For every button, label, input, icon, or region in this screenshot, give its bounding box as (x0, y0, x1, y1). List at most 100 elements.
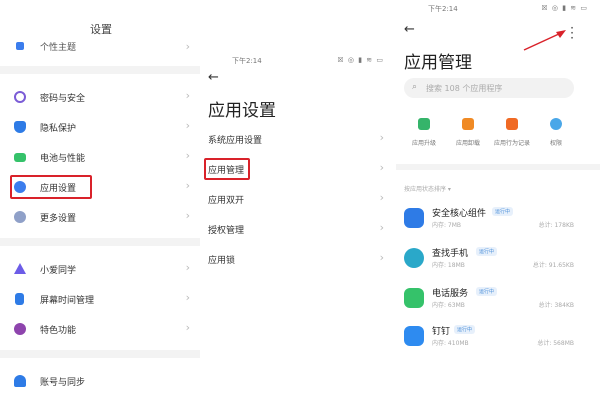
phone-icon (404, 288, 424, 308)
settings-item-screen-time[interactable]: 屏幕时间管理 › (14, 288, 190, 310)
settings-item-battery[interactable]: 电池与性能 › (14, 146, 190, 168)
shortcut-label: 应用升级 (411, 140, 436, 147)
page-title: 应用设置 (208, 101, 276, 121)
chevron-right-icon: › (379, 251, 384, 264)
menu-item-dual-apps[interactable]: 应用双开 › (208, 188, 384, 212)
find-phone-icon (404, 248, 424, 268)
app-name: 查找手机 (432, 249, 469, 259)
brush-icon (16, 42, 24, 50)
settings-item-privacy[interactable]: 隐私保护 › (14, 116, 190, 138)
chevron-right-icon: › (185, 209, 190, 222)
chevron-right-icon: › (185, 89, 190, 102)
app-name: 安全核心组件 (432, 209, 487, 219)
divider (396, 164, 600, 170)
app-size: 总计: 384KB (538, 302, 574, 309)
settings-item-label: 密码与安全 (40, 94, 86, 104)
record-icon (506, 118, 518, 130)
app-item-phone-service[interactable]: 电话服务 运行中 内存: 63MB 总计: 384KB (404, 286, 574, 322)
status-badge: 运行中 (454, 325, 476, 334)
fingerprint-icon (14, 91, 26, 103)
more-vertical-icon[interactable]: · · · (568, 22, 576, 44)
shortcut-app-upgrade[interactable]: 应用升级 (402, 118, 446, 152)
chevron-right-icon: › (379, 221, 384, 234)
shortcut-label: 应用行为记录 (493, 140, 530, 147)
trash-icon (462, 118, 474, 130)
chevron-right-icon: › (185, 40, 190, 53)
menu-item-app-lock[interactable]: 应用锁 › (208, 248, 384, 272)
app-size: 总计: 568MB (537, 340, 574, 347)
settings-item-label: 个性主题 (40, 43, 77, 53)
settings-panel: 设置 个性主题 › 密码与安全 › 隐私保护 › 电池与性能 › 应用设置 › … (0, 0, 200, 394)
chevron-right-icon: › (185, 261, 190, 274)
status-time: 下午2:14 (232, 57, 262, 65)
settings-item-xiaoai[interactable]: 小爱同学 › (14, 258, 190, 280)
app-memory: 内存: 18MB (432, 262, 465, 269)
settings-item-password-security[interactable]: 密码与安全 › (14, 86, 190, 108)
user-icon (14, 375, 26, 387)
app-item-dingtalk[interactable]: 钉钉 运行中 内存: 410MB 总计: 568MB (404, 324, 574, 360)
settings-item-label: 小爱同学 (40, 266, 77, 276)
status-badge: 运行中 (476, 247, 498, 256)
hourglass-icon (15, 293, 24, 305)
settings-item-more[interactable]: 更多设置 › (14, 206, 190, 228)
settings-item-label: 电池与性能 (40, 154, 86, 164)
status-time: 下午2:14 (428, 5, 458, 13)
back-arrow-icon[interactable]: ← (404, 22, 415, 37)
highlight-box (10, 175, 92, 199)
status-bar: 下午2:14 ☒ ◎ ▮ ≋ ▭ (200, 56, 384, 68)
shield-icon (14, 121, 26, 133)
menu-item-label: 授权管理 (208, 226, 245, 236)
upgrade-icon (418, 118, 430, 130)
battery-icon (14, 153, 26, 162)
menu-item-label: 系统应用设置 (208, 136, 263, 146)
status-bar: 下午2:14 ☒ ◎ ▮ ≋ ▭ (396, 4, 588, 16)
settings-item-theme[interactable]: 个性主题 › (14, 40, 190, 54)
app-settings-panel: 下午2:14 ☒ ◎ ▮ ≋ ▭ ← 应用设置 系统应用设置 › 应用管理 › … (200, 0, 396, 394)
divider (0, 66, 200, 74)
app-memory: 内存: 7MB (432, 222, 462, 229)
search-input[interactable]: ⌕ 搜索 108 个应用程序 (404, 78, 574, 98)
settings-item-features[interactable]: 特色功能 › (14, 318, 190, 340)
app-management-panel: 下午2:14 ☒ ◎ ▮ ≋ ▭ ← · · · 应用管理 ⌕ 搜索 108 个应用… (396, 0, 600, 394)
chevron-right-icon: › (185, 149, 190, 162)
shortcut-app-behavior-log[interactable]: 应用行为记录 (490, 118, 534, 152)
assistant-icon (14, 263, 26, 274)
back-arrow-icon[interactable]: ← (208, 70, 219, 85)
menu-item-permissions[interactable]: 授权管理 › (208, 218, 384, 242)
more-icon (14, 211, 26, 223)
highlight-box (204, 158, 250, 180)
chevron-right-icon: › (379, 161, 384, 174)
status-icons: ☒ ◎ ▮ ≋ ▭ (541, 4, 588, 12)
shortcut-label: 权限 (549, 140, 562, 147)
divider (0, 350, 200, 358)
page-title: 应用管理 (404, 53, 472, 73)
chevron-right-icon: › (185, 321, 190, 334)
menu-item-label: 应用双开 (208, 196, 245, 206)
settings-item-label: 更多设置 (40, 214, 77, 224)
divider (0, 238, 200, 246)
status-icons: ☒ ◎ ▮ ≋ ▭ (337, 56, 384, 64)
status-badge: 运行中 (492, 207, 514, 216)
menu-item-label: 应用锁 (208, 256, 236, 266)
sort-dropdown[interactable]: 按应用状态排序 ▾ (404, 184, 451, 193)
settings-item-label: 隐私保护 (40, 124, 77, 134)
settings-item-label: 屏幕时间管理 (40, 296, 95, 306)
shortcut-app-uninstall[interactable]: 应用卸载 (446, 118, 490, 152)
app-item-find-phone[interactable]: 查找手机 运行中 内存: 18MB 总计: 91.65KB (404, 246, 574, 282)
app-name: 钉钉 (432, 327, 451, 337)
shortcut-permissions[interactable]: 权限 (534, 118, 578, 152)
settings-item-account[interactable]: 账号与同步 (14, 370, 190, 392)
app-size: 总计: 91.65KB (532, 262, 574, 269)
menu-item-system-app-settings[interactable]: 系统应用设置 › (208, 128, 384, 152)
chevron-right-icon: › (379, 191, 384, 204)
purple-drop-icon (14, 323, 26, 335)
dingtalk-icon (404, 326, 424, 346)
chevron-right-icon: › (185, 119, 190, 132)
page-title: 设置 (90, 23, 112, 36)
search-placeholder: 搜索 108 个应用程序 (426, 84, 503, 93)
status-badge: 运行中 (476, 287, 498, 296)
app-item-security-core[interactable]: 安全核心组件 运行中 内存: 7MB 总计: 178KB (404, 206, 574, 242)
shortcut-label: 应用卸载 (455, 140, 480, 147)
app-size: 总计: 178KB (538, 222, 574, 229)
chevron-right-icon: › (185, 179, 190, 192)
